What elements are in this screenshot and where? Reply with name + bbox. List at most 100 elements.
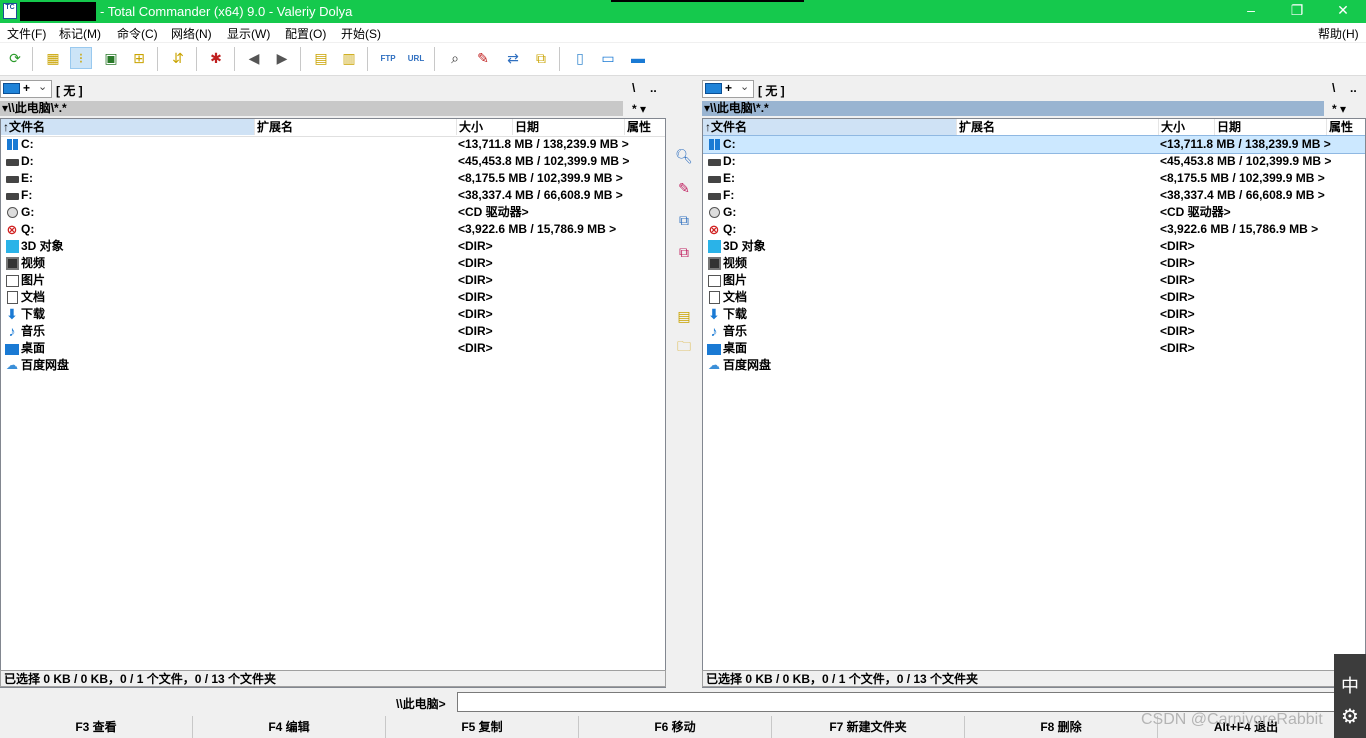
table-row[interactable]: 图片 <DIR>	[1, 272, 665, 289]
right-filter[interactable]: * ▾	[1332, 102, 1346, 116]
invert-selection-icon[interactable]: ⇵	[167, 47, 189, 69]
table-row[interactable]: 3D 对象 <DIR>	[703, 238, 1365, 255]
brief-view-icon[interactable]: ▦	[42, 47, 64, 69]
menu-file[interactable]: 文件(F)	[7, 25, 46, 42]
table-row[interactable]: 文档 <DIR>	[703, 289, 1365, 306]
ime-mode[interactable]: 中	[1334, 672, 1366, 698]
edit-file-icon[interactable]: ✎	[674, 178, 694, 198]
menu-show[interactable]: 显示(W)	[227, 25, 270, 42]
table-row[interactable]: 3D 对象 <DIR>	[1, 238, 665, 255]
table-row[interactable]: E: <8,175.5 MB / 102,399.9 MB >	[703, 170, 1365, 187]
f8-delete-button[interactable]: F8 删除	[965, 716, 1158, 738]
table-row[interactable]: 图片 <DIR>	[703, 272, 1365, 289]
table-row[interactable]: 桌面 <DIR>	[1, 340, 665, 357]
table-row[interactable]: E: <8,175.5 MB / 102,399.9 MB >	[1, 170, 665, 187]
view-file-icon[interactable]: 🔍︎	[674, 146, 694, 166]
unpack-icon[interactable]: ✱	[205, 47, 227, 69]
left-up-button[interactable]: ..	[650, 81, 657, 95]
menu-commands[interactable]: 命令(C)	[117, 25, 158, 42]
url-icon[interactable]: URL	[405, 47, 427, 69]
left-root-button[interactable]: \	[632, 81, 635, 95]
ime-indicator[interactable]: 中 ⚙	[1334, 654, 1366, 738]
table-row[interactable]: ☁ 百度网盘	[703, 357, 1365, 374]
table-row[interactable]: F: <38,337.4 MB / 66,608.9 MB >	[1, 187, 665, 204]
table-row[interactable]: ☁ 百度网盘	[1, 357, 665, 374]
table-row[interactable]: C: <13,711.8 MB / 138,239.9 MB >	[703, 135, 1365, 154]
header-size[interactable]: 大小	[457, 119, 513, 135]
f6-move-button[interactable]: F6 移动	[579, 716, 772, 738]
search-icon[interactable]: ⌕	[444, 47, 466, 69]
table-row[interactable]: G: <CD 驱动器>	[703, 204, 1365, 221]
table-row[interactable]: ♪ 音乐 <DIR>	[1, 323, 665, 340]
menu-net[interactable]: 网络(N)	[171, 25, 212, 42]
f7-new-folder-button[interactable]: F7 新建文件夹	[772, 716, 965, 738]
command-line-input[interactable]	[457, 692, 1361, 712]
desktop-icon[interactable]: ▬	[627, 47, 649, 69]
header-attr[interactable]: 属性	[1327, 119, 1365, 135]
pack-files-icon[interactable]: ▤	[674, 306, 694, 326]
right-drive-combo[interactable]: + ⌄	[702, 80, 754, 98]
table-row[interactable]: 文档 <DIR>	[1, 289, 665, 306]
thumbnail-view-icon[interactable]: ▣	[100, 47, 122, 69]
table-row[interactable]: ⬇ 下载 <DIR>	[703, 306, 1365, 323]
back-icon[interactable]: ◀	[243, 47, 265, 69]
table-row[interactable]: F: <38,337.4 MB / 66,608.9 MB >	[703, 187, 1365, 204]
new-folder-icon[interactable]: 🗀︎	[674, 338, 694, 358]
header-attr[interactable]: 属性	[625, 119, 665, 135]
multi-rename-icon[interactable]: ✎	[472, 47, 494, 69]
unpack-files-icon[interactable]: ▥	[338, 47, 360, 69]
restore-button[interactable]: ❐	[1274, 0, 1320, 23]
menu-config[interactable]: 配置(O)	[285, 25, 326, 42]
table-row[interactable]: ⊗ Q: <3,922.6 MB / 15,786.9 MB >	[703, 221, 1365, 238]
left-filter[interactable]: * ▾	[632, 102, 646, 116]
header-size[interactable]: 大小	[1159, 119, 1215, 135]
table-row[interactable]: C: <13,711.8 MB / 138,239.9 MB >	[1, 136, 665, 153]
f5-copy-button[interactable]: F5 复制	[386, 716, 579, 738]
forward-icon[interactable]: ▶	[271, 47, 293, 69]
table-row[interactable]: ♪ 音乐 <DIR>	[703, 323, 1365, 340]
close-button[interactable]: ✕	[1320, 0, 1366, 23]
full-view-icon[interactable]: ⁝	[70, 47, 92, 69]
header-ext[interactable]: 扩展名	[255, 119, 457, 135]
table-row[interactable]: 桌面 <DIR>	[703, 340, 1365, 357]
minimize-button[interactable]: –	[1228, 0, 1274, 23]
table-row[interactable]: 视频 <DIR>	[1, 255, 665, 272]
header-name[interactable]: ↑文件名	[703, 119, 957, 135]
table-row[interactable]: D: <45,453.8 MB / 102,399.9 MB >	[1, 153, 665, 170]
header-date[interactable]: 日期	[1215, 119, 1327, 135]
menu-start[interactable]: 开始(S)	[341, 25, 381, 42]
left-file-list[interactable]: ↑文件名 扩展名 大小 日期 属性 C: <13,711.8 MB / 138,2…	[0, 118, 666, 688]
row-size: <38,337.4 MB / 66,608.9 MB >	[1160, 188, 1325, 202]
menu-mark[interactable]: 标记(M)	[59, 25, 101, 42]
header-ext[interactable]: 扩展名	[957, 119, 1159, 135]
copy-files-icon[interactable]: ⧉	[674, 210, 694, 230]
sync-dirs-icon[interactable]: ⇄	[502, 47, 524, 69]
right-file-list[interactable]: ↑文件名 扩展名 大小 日期 属性 C: <13,711.8 MB / 138,2…	[702, 118, 1366, 688]
right-up-button[interactable]: ..	[1350, 81, 1357, 95]
table-row[interactable]: ⬇ 下载 <DIR>	[1, 306, 665, 323]
table-row[interactable]: D: <45,453.8 MB / 102,399.9 MB >	[703, 153, 1365, 170]
monitor-icon[interactable]: ▭	[597, 47, 619, 69]
row-size: <DIR>	[458, 324, 493, 338]
right-path-bar[interactable]: ▾\\此电脑\*.*	[702, 101, 1324, 116]
table-row[interactable]: ⊗ Q: <3,922.6 MB / 15,786.9 MB >	[1, 221, 665, 238]
pack-icon[interactable]: ▤	[310, 47, 332, 69]
notepad-icon[interactable]: ▯	[569, 47, 591, 69]
f3-view-button[interactable]: F3 查看	[0, 716, 193, 738]
header-date[interactable]: 日期	[513, 119, 625, 135]
table-row[interactable]: G: <CD 驱动器>	[1, 204, 665, 221]
left-drive-combo[interactable]: + ⌄	[0, 80, 52, 98]
left-path-bar[interactable]: ▾\\此电脑\*.*	[0, 101, 623, 116]
ftp-icon[interactable]: FTP	[377, 47, 399, 69]
refresh-icon[interactable]: ⟳	[4, 47, 26, 69]
gear-icon[interactable]: ⚙	[1334, 704, 1366, 729]
copy-names-icon[interactable]: ⧉	[530, 47, 552, 69]
right-root-button[interactable]: \	[1332, 81, 1335, 95]
menu-help[interactable]: 帮助(H)	[1318, 25, 1359, 42]
table-row[interactable]: 视频 <DIR>	[703, 255, 1365, 272]
tree-view-icon[interactable]: ⊞	[128, 47, 150, 69]
f4-edit-button[interactable]: F4 编辑	[193, 716, 386, 738]
move-files-icon[interactable]: ⧉	[674, 242, 694, 262]
header-name[interactable]: ↑文件名	[1, 119, 255, 135]
drive-icon	[706, 188, 722, 203]
